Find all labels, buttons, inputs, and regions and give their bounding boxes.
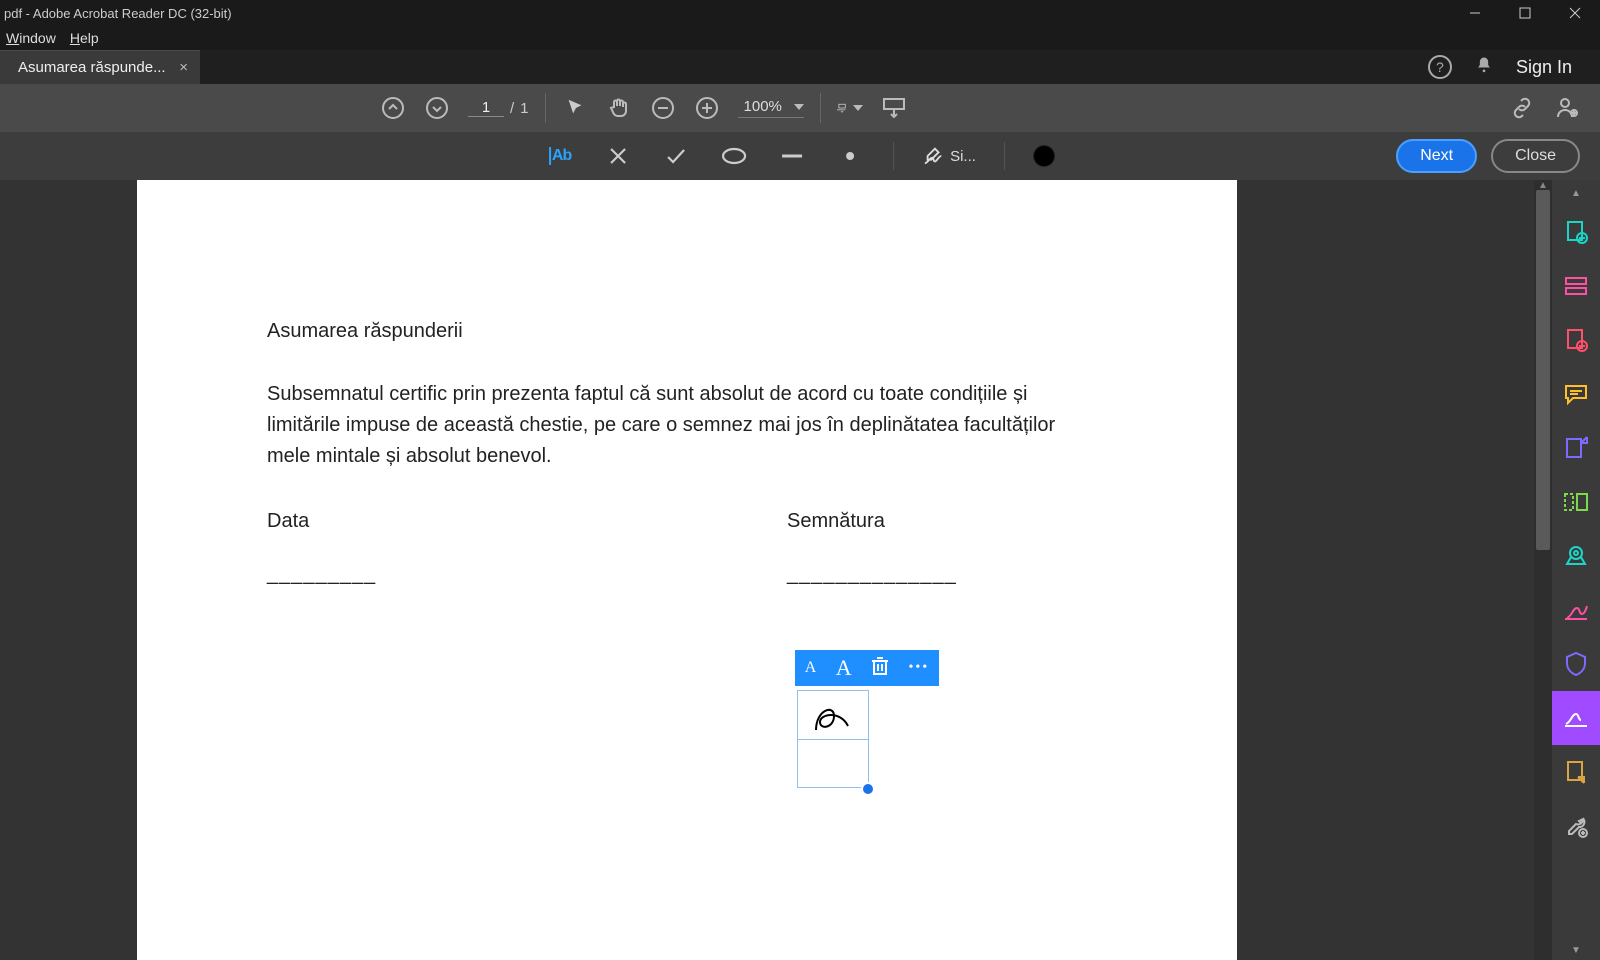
page-indicator: / 1 — [468, 99, 529, 117]
signature-glyph[interactable] — [810, 700, 854, 741]
window-title: pdf - Adobe Acrobat Reader DC (32-bit) — [0, 6, 1450, 21]
zoom-dropdown[interactable]: 100% — [738, 98, 804, 118]
share-people-icon[interactable] — [1554, 95, 1580, 121]
organize-tool[interactable] — [1552, 475, 1600, 529]
zoom-out-icon[interactable] — [650, 95, 676, 121]
dot-tool[interactable] — [835, 141, 865, 171]
fit-width-icon[interactable] — [837, 95, 863, 121]
checkmark-tool[interactable] — [661, 141, 691, 171]
line-tool[interactable] — [777, 141, 807, 171]
combine-tool[interactable] — [1552, 259, 1600, 313]
x-mark-tool[interactable] — [603, 141, 633, 171]
comment-tool[interactable] — [1552, 367, 1600, 421]
doc-body: Subsemnatul certific prin prezenta faptu… — [267, 379, 1087, 472]
more-icon[interactable]: ••• — [909, 660, 930, 676]
title-bar: pdf - Adobe Acrobat Reader DC (32-bit) — [0, 0, 1600, 26]
rail-collapse-down[interactable]: ▼ — [1571, 945, 1581, 956]
menu-bar: Window Help — [0, 26, 1600, 50]
close-tab-icon[interactable]: × — [179, 59, 188, 76]
doc-title: Asumarea răspunderii — [267, 320, 1117, 343]
workspace: Asumarea răspunderii Subsemnatul certifi… — [0, 180, 1600, 960]
share-link-icon[interactable] — [1510, 95, 1536, 121]
document-area[interactable]: Asumarea răspunderii Subsemnatul certifi… — [0, 180, 1534, 960]
menu-window[interactable]: Window — [6, 30, 56, 46]
stamp-tool[interactable] — [1552, 529, 1600, 583]
decrease-size-button[interactable]: A — [805, 659, 817, 677]
page-current-input[interactable] — [468, 99, 504, 117]
read-mode-icon[interactable] — [881, 95, 907, 121]
chevron-down-icon — [794, 104, 804, 110]
zoom-in-icon[interactable] — [694, 95, 720, 121]
page-total: 1 — [520, 100, 528, 117]
selection-tool-icon[interactable] — [562, 95, 588, 121]
add-text-tool[interactable]: Ab — [545, 141, 575, 171]
sign-in-link[interactable]: Sign In — [1516, 57, 1572, 78]
rail-collapse-up[interactable]: ▲ — [1571, 188, 1581, 199]
minimize-button[interactable] — [1450, 0, 1500, 26]
sign-label: Si... — [950, 148, 976, 165]
notifications-icon[interactable] — [1474, 55, 1494, 80]
protect-tool[interactable] — [1552, 637, 1600, 691]
export-tool[interactable] — [1552, 421, 1600, 475]
fill-sign-toolbar: Ab Si... Next Close — [0, 132, 1600, 180]
maximize-button[interactable] — [1500, 0, 1550, 26]
close-window-button[interactable] — [1550, 0, 1600, 26]
date-label: Data — [267, 510, 787, 533]
page-down-icon[interactable] — [424, 95, 450, 121]
selection-toolbar: A A ••• — [795, 650, 939, 686]
zoom-level: 100% — [738, 98, 788, 115]
document-tab[interactable]: Asumarea răspunde... × — [0, 50, 200, 84]
increase-size-button[interactable]: A — [836, 655, 852, 681]
main-toolbar: / 1 100% — [0, 84, 1600, 132]
more-tools[interactable] — [1552, 799, 1600, 853]
tools-rail: ▲ ▼ — [1552, 180, 1600, 960]
hand-tool-icon[interactable] — [606, 95, 632, 121]
delete-icon[interactable] — [871, 656, 889, 681]
menu-help[interactable]: Help — [70, 30, 99, 46]
tab-label: Asumarea răspunde... — [18, 59, 169, 76]
fill-sign-tool[interactable] — [1552, 691, 1600, 745]
next-button[interactable]: Next — [1396, 139, 1477, 173]
circle-tool[interactable] — [719, 141, 749, 171]
create-pdf-tool[interactable] — [1552, 205, 1600, 259]
edit-pdf-tool[interactable] — [1552, 313, 1600, 367]
signature-label: Semnătura — [787, 510, 885, 533]
help-icon[interactable]: ? — [1428, 55, 1452, 79]
scroll-thumb[interactable] — [1536, 190, 1550, 550]
send-tool[interactable] — [1552, 745, 1600, 799]
color-picker[interactable] — [1033, 145, 1055, 167]
redact-tool[interactable] — [1552, 583, 1600, 637]
vertical-scrollbar[interactable]: ▲ — [1534, 180, 1552, 960]
close-button[interactable]: Close — [1491, 139, 1580, 173]
resize-handle[interactable] — [861, 782, 875, 796]
sign-tool[interactable]: Si... — [922, 145, 976, 167]
tab-strip: Asumarea răspunde... × ? Sign In — [0, 50, 1600, 84]
page-up-icon[interactable] — [380, 95, 406, 121]
pdf-page: Asumarea răspunderii Subsemnatul certifi… — [137, 180, 1237, 960]
signature-line: ______________ — [787, 563, 957, 586]
date-line: _________ — [267, 563, 787, 586]
